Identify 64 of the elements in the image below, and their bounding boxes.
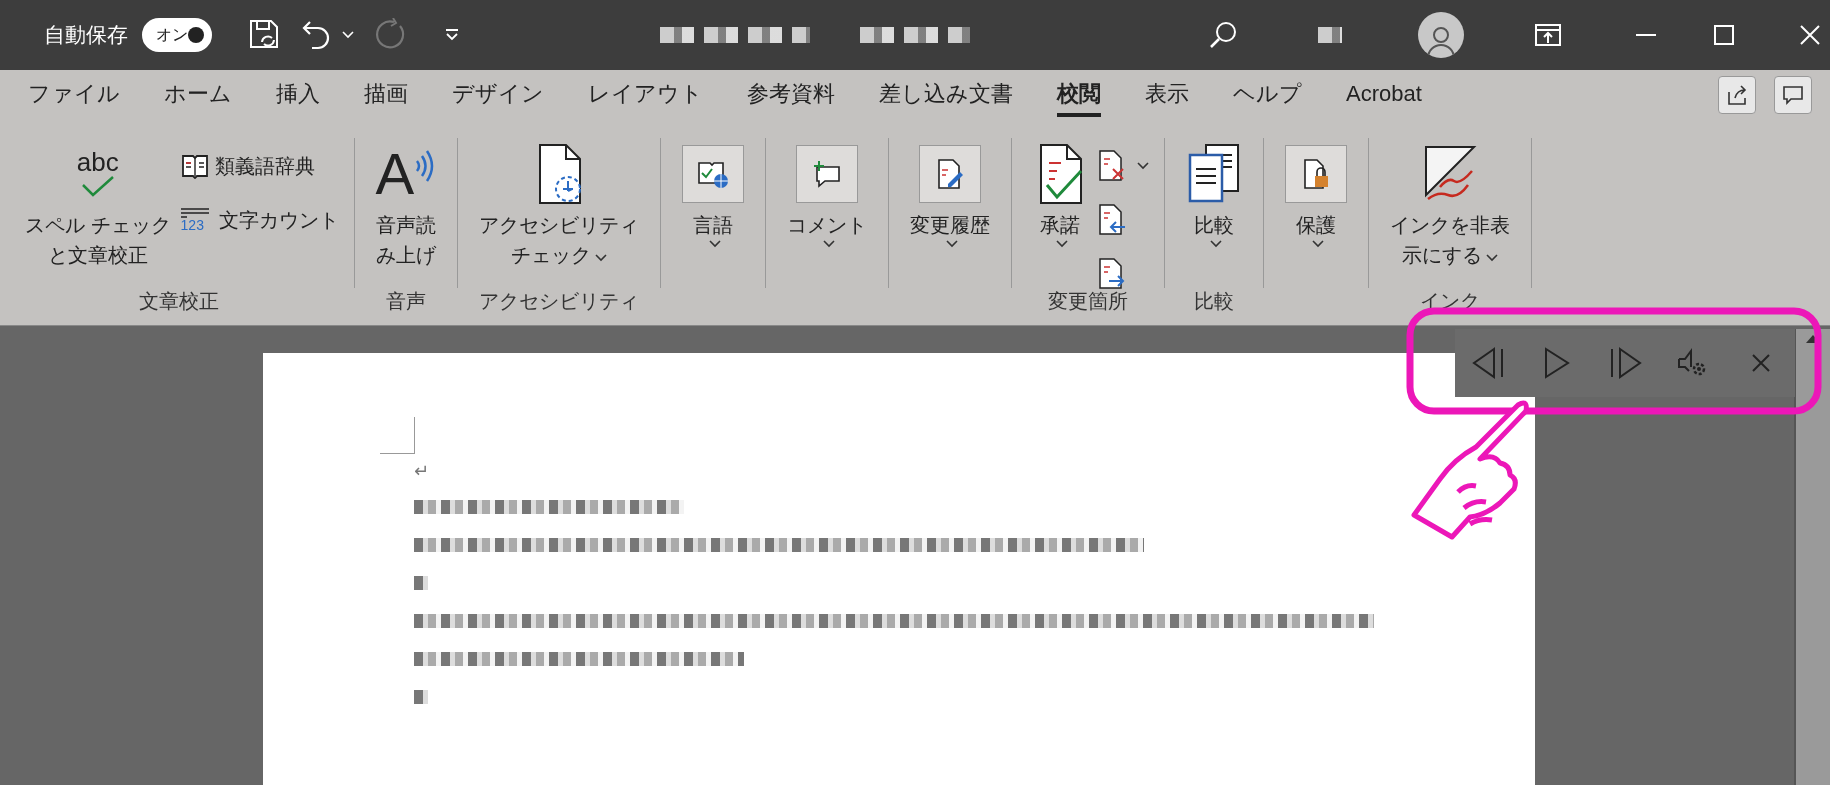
paragraph-mark: ↵ bbox=[414, 460, 431, 482]
minimize-icon[interactable] bbox=[1636, 33, 1656, 37]
customize-toolbar-icon[interactable] bbox=[444, 28, 460, 42]
group-label: 変更箇所 bbox=[1047, 289, 1130, 314]
share-button[interactable] bbox=[1718, 76, 1756, 114]
ribbon-button[interactable]: 変更履歴 bbox=[904, 138, 997, 248]
comment-icon bbox=[1782, 84, 1804, 106]
ribbon-tab[interactable]: 表示 bbox=[1145, 73, 1189, 117]
close-icon[interactable] bbox=[1800, 25, 1820, 45]
blurred-user-name bbox=[1318, 27, 1342, 43]
track-changes-icon bbox=[919, 145, 982, 203]
group-label: 文章校正 bbox=[137, 289, 220, 314]
caret-icon bbox=[946, 240, 959, 248]
caret-icon bbox=[1210, 240, 1223, 248]
comments-button[interactable] bbox=[1774, 76, 1812, 114]
ribbon-button[interactable]: 保護 bbox=[1279, 138, 1354, 248]
ribbon-tab[interactable]: ヘルプ bbox=[1233, 73, 1302, 117]
avatar-icon[interactable] bbox=[1418, 12, 1464, 58]
ribbon-button[interactable]: インクを非表 示にする bbox=[1384, 138, 1517, 270]
share-icon bbox=[1726, 84, 1748, 106]
scrollbar[interactable] bbox=[1794, 329, 1830, 785]
ribbon-button[interactable]: 123 文字カウント bbox=[180, 198, 339, 242]
group-label: 比較 bbox=[1193, 289, 1236, 314]
caret-icon bbox=[1137, 162, 1150, 170]
blurred-text bbox=[414, 690, 428, 704]
margin-corner-mark bbox=[380, 417, 415, 454]
ribbon-button[interactable]: 言語 bbox=[676, 138, 751, 248]
protect-icon bbox=[1285, 145, 1348, 203]
language-icon bbox=[682, 145, 745, 203]
caret-icon bbox=[595, 254, 608, 262]
ribbon-button[interactable]: A 音声読 み上げ bbox=[369, 138, 443, 270]
ribbon-tab[interactable]: ホーム bbox=[164, 73, 232, 117]
ribbon-button[interactable]: 比較 bbox=[1180, 138, 1249, 248]
ribbon-tab[interactable]: レイアウト bbox=[588, 73, 703, 117]
ribbon-tab[interactable]: Acrobat bbox=[1346, 75, 1422, 115]
ribbon-button[interactable]: 承諾 bbox=[1027, 138, 1094, 248]
pointing-hand-icon bbox=[1411, 400, 1529, 540]
ribbon-tab[interactable]: 差し込み文書 bbox=[879, 73, 1013, 117]
book-icon bbox=[180, 153, 209, 179]
ribbon-tab[interactable]: 挿入 bbox=[276, 73, 320, 117]
comment-icon bbox=[796, 145, 859, 203]
group-label: アクセシビリティ bbox=[478, 289, 641, 314]
ribbon-display-icon[interactable] bbox=[1534, 23, 1562, 47]
previous-change-icon bbox=[1097, 203, 1128, 237]
ribbon-tab[interactable]: 描画 bbox=[364, 73, 408, 117]
caret-icon bbox=[1056, 240, 1069, 248]
caret-icon bbox=[1312, 240, 1325, 248]
caret-icon bbox=[823, 240, 836, 248]
search-icon[interactable] bbox=[1208, 20, 1238, 50]
ribbon-tab[interactable]: 参考資料 bbox=[747, 73, 835, 117]
caret-icon bbox=[1486, 254, 1499, 262]
caret-icon bbox=[709, 240, 722, 248]
ribbon-button[interactable]: 類義語辞典 bbox=[180, 144, 339, 188]
ribbon-button[interactable]: アクセシビリティ チェック bbox=[473, 138, 646, 270]
ribbon-tab[interactable]: デザイン bbox=[452, 73, 544, 117]
maximize-icon[interactable] bbox=[1714, 25, 1734, 45]
ribbon-button[interactable]: コメント bbox=[781, 138, 874, 248]
ribbon-button[interactable]: abc スペル チェック と文章校正 bbox=[19, 138, 177, 270]
autosave-label: 自動保存 bbox=[44, 22, 128, 48]
ribbon-tab[interactable]: ファイル bbox=[28, 73, 120, 117]
caret-icon[interactable] bbox=[342, 31, 354, 39]
group-label: 音声 bbox=[384, 289, 427, 314]
blurred-text bbox=[414, 576, 428, 590]
autosave-toggle[interactable]: オン bbox=[142, 18, 212, 52]
